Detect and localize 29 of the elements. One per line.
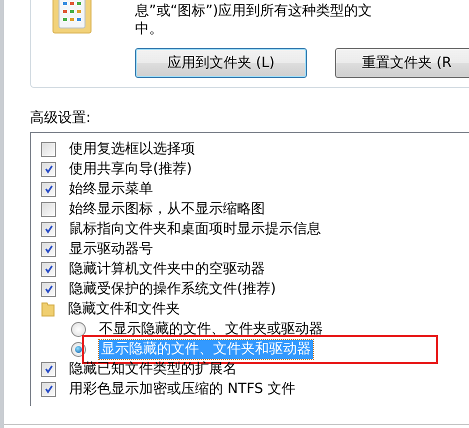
- option-label[interactable]: 鼠标指向文件夹和桌面项时显示提示信息: [69, 220, 321, 238]
- option-label[interactable]: 使用共享向导(推荐): [69, 160, 192, 178]
- section-label: 高级设置:: [30, 109, 92, 128]
- option-label[interactable]: 用彩色显示加密或压缩的 NTFS 文件: [69, 380, 296, 398]
- checkbox[interactable]: [41, 202, 56, 216]
- group-label: 隐藏文件和文件夹: [68, 300, 180, 318]
- option-label[interactable]: 使用复选框以选择项: [69, 140, 195, 158]
- checkbox[interactable]: [41, 362, 56, 376]
- checkbox[interactable]: [41, 182, 56, 196]
- option-label[interactable]: 隐藏已知文件类型的扩展名: [69, 360, 237, 378]
- option-label[interactable]: 始终显示菜单: [69, 180, 153, 198]
- checkbox[interactable]: [41, 262, 56, 276]
- checkbox[interactable]: [41, 222, 56, 236]
- folder-icon: [51, 0, 93, 34]
- folder-button[interactable]: 重置文件夹 (R: [335, 48, 469, 78]
- checkbox[interactable]: [41, 282, 56, 296]
- option-label[interactable]: 隐藏计算机文件夹中的空驱动器: [69, 260, 265, 278]
- folder-icon: [41, 301, 55, 317]
- checkbox[interactable]: [41, 242, 56, 256]
- description-text: 息”或“图标”)应用到所有这种类型的文 中。: [135, 2, 374, 38]
- option-label[interactable]: 显示驱动器号: [69, 240, 153, 258]
- option-label[interactable]: 始终显示图标，从不显示缩略图: [69, 200, 265, 218]
- checkbox[interactable]: [41, 162, 56, 176]
- option-label[interactable]: 不显示隐藏的文件、文件夹或驱动器: [99, 320, 323, 338]
- folder-button[interactable]: 应用到文件夹 (L): [135, 48, 307, 78]
- checkbox[interactable]: [41, 382, 56, 396]
- checkbox[interactable]: [41, 142, 56, 156]
- option-label[interactable]: 隐藏受保护的操作系统文件(推荐): [69, 280, 276, 298]
- radio-button[interactable]: [71, 322, 86, 336]
